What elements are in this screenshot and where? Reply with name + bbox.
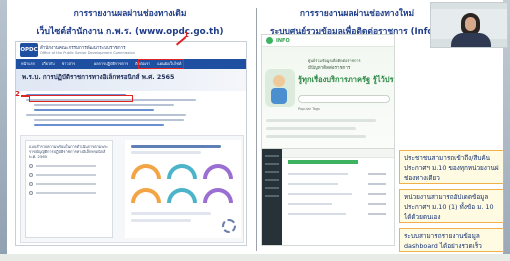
presenter-face — [465, 17, 476, 31]
nav-item-home[interactable]: หน้าแรก — [21, 61, 35, 67]
info-dashboard-screenshot — [261, 148, 395, 246]
opdc-website-screenshot: OPDC สำนักงานคณะกรรมการพัฒนาระบบราชการ O… — [15, 41, 247, 246]
note3-line2: dashboard ได้อย่างรวดเร็ว — [404, 242, 482, 250]
presenter-webcam — [430, 2, 508, 48]
note1-line3: ช่องทางเดียว — [404, 174, 440, 182]
dashboard-row-value — [368, 203, 386, 205]
note2-line1: หน่วยงานสามารถอัปเดตข้อมูล — [404, 193, 489, 201]
dashboard-row-value — [368, 183, 386, 185]
survey-option[interactable] — [29, 182, 109, 186]
infographic-arc — [203, 164, 233, 179]
right-heading-line1: การรายงานผลผ่านช่องทางใหม่ — [299, 9, 415, 19]
infographic-arc — [131, 188, 161, 203]
dashboard-accent-bar — [288, 160, 358, 164]
presentation-slide: การรายงานผลผ่านช่องทางเดิม เว็บไซต์สำนัก… — [0, 0, 510, 261]
info-logo: INFO — [276, 37, 290, 44]
dashboard-row[interactable] — [288, 173, 348, 175]
note3-line1: ระบบสามารถรายงานข้อมูล — [404, 232, 480, 240]
first-item-highlight-box — [29, 95, 133, 102]
fingerprint-icon — [222, 219, 236, 233]
note2-line3: ได้ด้วยตนเอง — [404, 213, 441, 221]
dashboard-row-value — [368, 173, 386, 175]
hero-illustration — [265, 69, 295, 107]
egov-infographic — [125, 140, 241, 238]
content-link-line[interactable] — [34, 124, 164, 126]
infographic-arc — [167, 164, 197, 179]
infographic-bar — [131, 151, 201, 154]
infographic-bar — [131, 212, 211, 215]
note2-line2: ประกาศฯ ม.10 (1) ทั้งข้อ ม. 10 — [404, 203, 494, 211]
note1-line2: ประกาศฯ ม.10 ของทุกหน่วยงานผ่าน — [404, 164, 499, 172]
dashboard-sidebar — [262, 149, 282, 245]
benefit-note-1: ประชาชนสามารถเข้าถึง/สืบค้น ประกาศฯ ม.10… — [399, 150, 504, 184]
nav-item-about[interactable]: เกี่ยวกับ — [42, 61, 55, 67]
info-content-list — [266, 119, 392, 143]
dashboard-row[interactable] — [288, 213, 346, 215]
infographic-bar — [131, 145, 221, 148]
dashboard-row[interactable] — [288, 203, 332, 205]
slide-bottom-band — [0, 254, 510, 261]
callout-number-2: 2 — [15, 90, 20, 98]
benefit-note-3: ระบบสามารถรายงานข้อมูล dashboard ได้อย่า… — [399, 228, 504, 252]
dashboard-row[interactable] — [288, 183, 338, 185]
info-site-header: INFO — [262, 35, 394, 47]
benefit-note-2: หน่วยงานสามารถอัปเดตข้อมูล ประกาศฯ ม.10 … — [399, 189, 504, 223]
infographic-arc — [131, 164, 161, 179]
content-line — [34, 104, 174, 106]
content-line — [34, 119, 184, 121]
left-heading-line1: การรายงานผลผ่านช่องทางเดิม — [73, 9, 187, 19]
info-search-input[interactable] — [298, 95, 390, 103]
survey-form-title: แบบสำรวจความพร้อมในการดำเนินการตามพระราช… — [29, 144, 108, 159]
callout-arrow-2 — [21, 95, 30, 97]
content-line — [26, 114, 186, 116]
opdc-page-title: พ.ร.บ. การปฏิบัติราชการทางอิเล็กทรอนิกส์… — [22, 74, 175, 81]
infographic-bar — [131, 219, 191, 222]
dashboard-row-value — [368, 193, 386, 195]
info-hero-line3: รู้ทุกเรื่องบริการภาครัฐ รู้ไว้ประชาชน — [298, 75, 394, 84]
survey-option[interactable] — [29, 173, 109, 177]
infographic-arc — [167, 188, 197, 203]
survey-card: แบบสำรวจความพร้อมในการดำเนินการตามพระราช… — [20, 135, 244, 243]
infographic-arc — [203, 188, 233, 203]
nav-highlight-box — [138, 59, 184, 69]
info-tag-label: Popular Tags — [298, 107, 320, 111]
opdc-nav-bar: หน้าแรก เกี่ยวกับ ข่าวสาร ผลการปฏิบัติรา… — [16, 59, 246, 69]
nav-item-news[interactable]: ข่าวสาร — [62, 61, 75, 67]
opdc-org-name-en: Office of the Public Sector Development … — [40, 50, 136, 55]
dashboard-row-value — [368, 213, 386, 215]
opdc-org-name: สำนักงานคณะกรรมการพัฒนาระบบราชการ — [40, 45, 126, 51]
opdc-logo: OPDC — [20, 43, 38, 57]
opdc-site-header: OPDC สำนักงานคณะกรรมการพัฒนาระบบราชการ O… — [16, 42, 246, 59]
left-window-edge — [0, 0, 7, 261]
info-hero: ศูนย์รวมข้อมูลเพื่อติดต่อราชการ มีปัญหาต… — [262, 47, 394, 151]
content-link-line[interactable] — [34, 109, 154, 111]
dashboard-row[interactable] — [288, 193, 352, 195]
dashboard-header — [282, 149, 394, 158]
left-heading-line2: เว็บไซต์สำนักงาน ก.พ.ร. (www.opdc.go.th) — [36, 27, 224, 37]
survey-option[interactable] — [29, 164, 109, 168]
nav-item-performance[interactable]: ผลการปฏิบัติราชการ — [94, 61, 128, 67]
info-website-screenshot: INFO ศูนย์รวมข้อมูลเพื่อติดต่อราชการ มีป… — [261, 34, 395, 152]
survey-option[interactable] — [29, 191, 109, 195]
survey-form: แบบสำรวจความพร้อมในการดำเนินการตามพระราช… — [25, 140, 113, 238]
center-divider — [256, 8, 257, 251]
opdc-banner: พ.ร.บ. การปฏิบัติราชการทางอิเล็กทรอนิกส์… — [16, 69, 246, 91]
info-logo-icon — [266, 37, 273, 44]
note1-line1: ประชาชนสามารถเข้าถึง/สืบค้น — [404, 154, 491, 162]
info-hero-line2: มีปัญหาติดต่อราชการ — [308, 66, 351, 71]
presenter-body — [451, 33, 491, 47]
